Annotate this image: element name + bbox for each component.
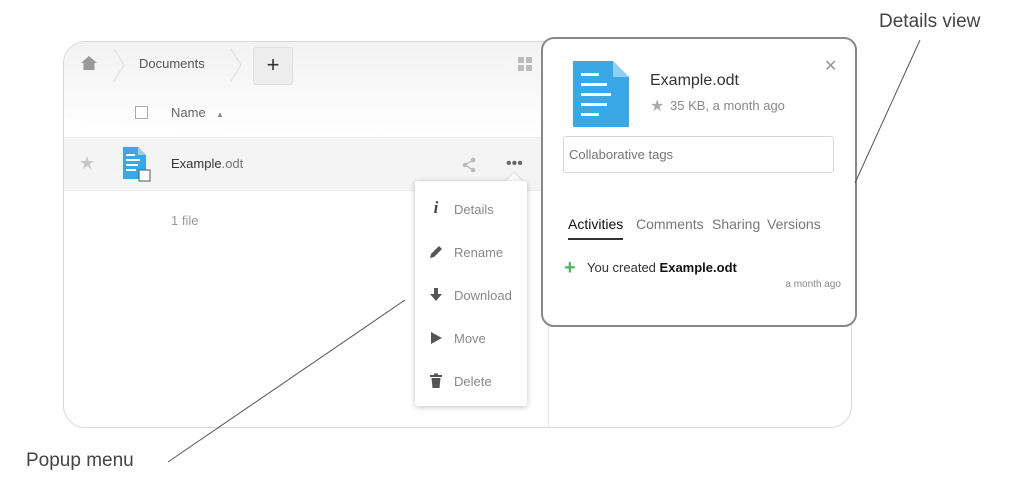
details-callout-line [854, 39, 921, 184]
popup-callout-line [167, 299, 406, 463]
callout-lines [167, 39, 921, 463]
details-view-callout: Details view [879, 11, 981, 32]
popup-menu-callout: Popup menu [26, 450, 134, 471]
